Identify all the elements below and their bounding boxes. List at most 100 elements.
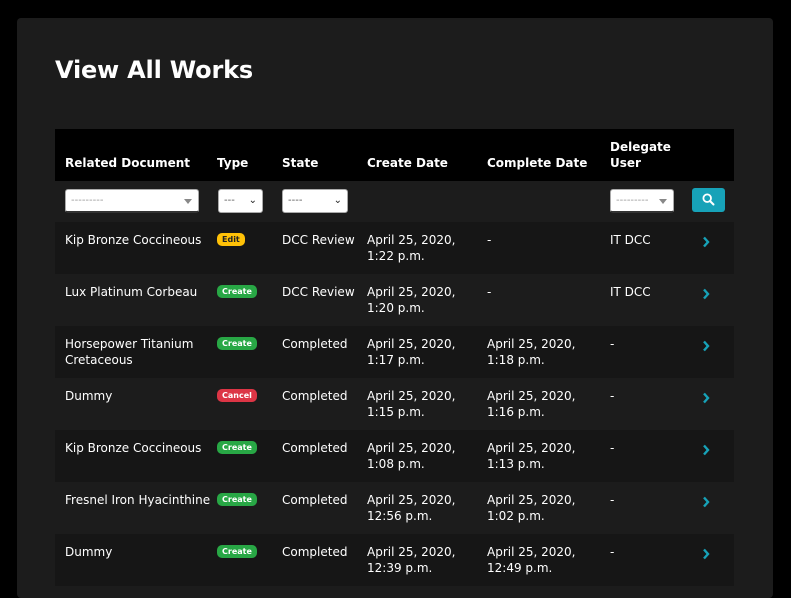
table-row: Lux Platinum Corbeau Create DCC Review A… bbox=[55, 274, 734, 326]
state-cell: Completed bbox=[282, 441, 348, 455]
type-filter-value: --- bbox=[224, 195, 235, 206]
state-cell: DCC Review bbox=[282, 285, 355, 299]
complete-date: April 25, 2020, bbox=[487, 389, 576, 403]
create-time: 1:15 p.m. bbox=[367, 405, 425, 419]
create-time: 1:22 p.m. bbox=[367, 249, 425, 263]
delegate-cell: IT DCC bbox=[610, 285, 651, 299]
type-filter-select[interactable]: --- ⌄ bbox=[218, 189, 263, 213]
table-row: Kip Bronze Coccineous Edit DCC Review Ap… bbox=[55, 222, 734, 274]
header-complete-date: Complete Date bbox=[487, 156, 588, 170]
table-row: Horsepower Titanium Cretaceous Create Co… bbox=[55, 326, 734, 378]
works-table: Related Document Type State Create Date … bbox=[55, 129, 734, 586]
document-name: Kip Bronze Coccineous bbox=[65, 233, 202, 247]
main-card: View All Works Related Document Type Sta… bbox=[17, 18, 773, 598]
chevron-right-icon[interactable] bbox=[702, 444, 710, 456]
chevron-right-icon[interactable] bbox=[702, 548, 710, 560]
type-badge: Create bbox=[217, 285, 257, 298]
state-cell: Completed bbox=[282, 337, 348, 351]
complete-date: April 25, 2020, bbox=[487, 337, 576, 351]
create-date: April 25, 2020, bbox=[367, 233, 456, 247]
create-date-cell: April 25, 2020, 1:20 p.m. bbox=[367, 284, 456, 316]
chevron-down-icon: ⌄ bbox=[333, 195, 342, 206]
complete-date-cell: April 25, 2020, 12:49 p.m. bbox=[487, 544, 576, 576]
complete-time: 1:16 p.m. bbox=[487, 405, 545, 419]
create-date: April 25, 2020, bbox=[367, 441, 456, 455]
related-document-filter-select[interactable]: --------- bbox=[65, 189, 199, 213]
caret-down-icon bbox=[184, 199, 192, 204]
complete-date-cell: April 25, 2020, 1:02 p.m. bbox=[487, 492, 576, 524]
complete-date-cell: April 25, 2020, 1:16 p.m. bbox=[487, 388, 576, 420]
related-document-cell: Horsepower Titanium Cretaceous bbox=[65, 336, 193, 368]
create-date: April 25, 2020, bbox=[367, 545, 456, 559]
document-name: Dummy bbox=[65, 389, 113, 403]
type-badge: Create bbox=[217, 545, 257, 558]
chevron-right-icon[interactable] bbox=[702, 236, 710, 248]
related-document-cell: Lux Platinum Corbeau bbox=[65, 284, 197, 300]
state-cell: Completed bbox=[282, 493, 348, 507]
related-document-cell: Fresnel Iron Hyacinthine bbox=[65, 492, 210, 508]
related-document-cell: Dummy bbox=[65, 544, 112, 560]
complete-time: 1:13 p.m. bbox=[487, 457, 545, 471]
complete-date-cell: - bbox=[487, 284, 491, 300]
chevron-right-icon[interactable] bbox=[702, 340, 710, 352]
create-date-cell: April 25, 2020, 12:39 p.m. bbox=[367, 544, 456, 576]
complete-time: 1:02 p.m. bbox=[487, 509, 545, 523]
complete-date: April 25, 2020, bbox=[487, 545, 576, 559]
filter-row: --------- --- ⌄ ---- ⌄ --------- bbox=[55, 181, 734, 222]
header-type: Type bbox=[217, 156, 249, 170]
create-time: 1:20 p.m. bbox=[367, 301, 425, 315]
type-badge: Create bbox=[217, 441, 257, 454]
table-row: Dummy Create Completed April 25, 2020, 1… bbox=[55, 534, 734, 586]
header-state: State bbox=[282, 156, 319, 170]
document-name-cont: Cretaceous bbox=[65, 353, 133, 367]
related-document-filter-value: --------- bbox=[71, 195, 104, 206]
header-related-document: Related Document bbox=[65, 156, 191, 170]
create-date: April 25, 2020, bbox=[367, 337, 456, 351]
chevron-down-icon: ⌄ bbox=[248, 195, 257, 206]
chevron-right-icon[interactable] bbox=[702, 288, 710, 300]
delegate-user-filter-value: --------- bbox=[616, 195, 649, 206]
type-badge: Cancel bbox=[217, 389, 257, 402]
related-document-cell: Kip Bronze Coccineous bbox=[65, 440, 201, 456]
create-date-cell: April 25, 2020, 1:22 p.m. bbox=[367, 232, 456, 264]
search-button[interactable] bbox=[692, 188, 725, 212]
delegate-cell: - bbox=[610, 493, 615, 507]
document-name: Horsepower Titanium bbox=[65, 337, 194, 351]
chevron-right-icon[interactable] bbox=[702, 392, 710, 404]
page-title: View All Works bbox=[55, 56, 253, 84]
table-row: Kip Bronze Coccineous Create Completed A… bbox=[55, 430, 734, 482]
caret-down-icon bbox=[659, 199, 667, 204]
header-delegate-line2: User bbox=[610, 156, 641, 170]
create-date-cell: April 25, 2020, 1:15 p.m. bbox=[367, 388, 456, 420]
state-filter-value: ---- bbox=[288, 195, 303, 206]
table-row: Dummy Cancel Completed April 25, 2020, 1… bbox=[55, 378, 734, 430]
delegate-cell: - bbox=[610, 545, 615, 559]
related-document-cell: Dummy bbox=[65, 388, 112, 404]
create-time: 12:56 p.m. bbox=[367, 509, 433, 523]
delegate-user-filter-select[interactable]: --------- bbox=[610, 189, 674, 213]
type-badge: Create bbox=[217, 337, 257, 350]
type-badge: Create bbox=[217, 493, 257, 506]
create-time: 1:08 p.m. bbox=[367, 457, 425, 471]
document-name: Kip Bronze Coccineous bbox=[65, 441, 202, 455]
create-date-cell: April 25, 2020, 1:17 p.m. bbox=[367, 336, 456, 368]
header-delegate-user: Delegate User bbox=[610, 139, 671, 171]
state-cell: DCC Review bbox=[282, 233, 355, 247]
document-name: Dummy bbox=[65, 545, 113, 559]
complete-date: - bbox=[487, 233, 492, 247]
create-time: 12:39 p.m. bbox=[367, 561, 433, 575]
state-filter-select[interactable]: ---- ⌄ bbox=[282, 189, 348, 213]
create-time: 1:17 p.m. bbox=[367, 353, 425, 367]
create-date: April 25, 2020, bbox=[367, 389, 456, 403]
delegate-cell: - bbox=[610, 337, 615, 351]
search-icon bbox=[702, 193, 715, 206]
state-cell: Completed bbox=[282, 545, 348, 559]
header-delegate-line1: Delegate bbox=[610, 140, 671, 154]
state-cell: Completed bbox=[282, 389, 348, 403]
delegate-cell: - bbox=[610, 441, 615, 455]
create-date-cell: April 25, 2020, 12:56 p.m. bbox=[367, 492, 456, 524]
complete-date-cell: April 25, 2020, 1:18 p.m. bbox=[487, 336, 576, 368]
document-name: Lux Platinum Corbeau bbox=[65, 285, 198, 299]
complete-date: April 25, 2020, bbox=[487, 493, 576, 507]
chevron-right-icon[interactable] bbox=[702, 496, 710, 508]
